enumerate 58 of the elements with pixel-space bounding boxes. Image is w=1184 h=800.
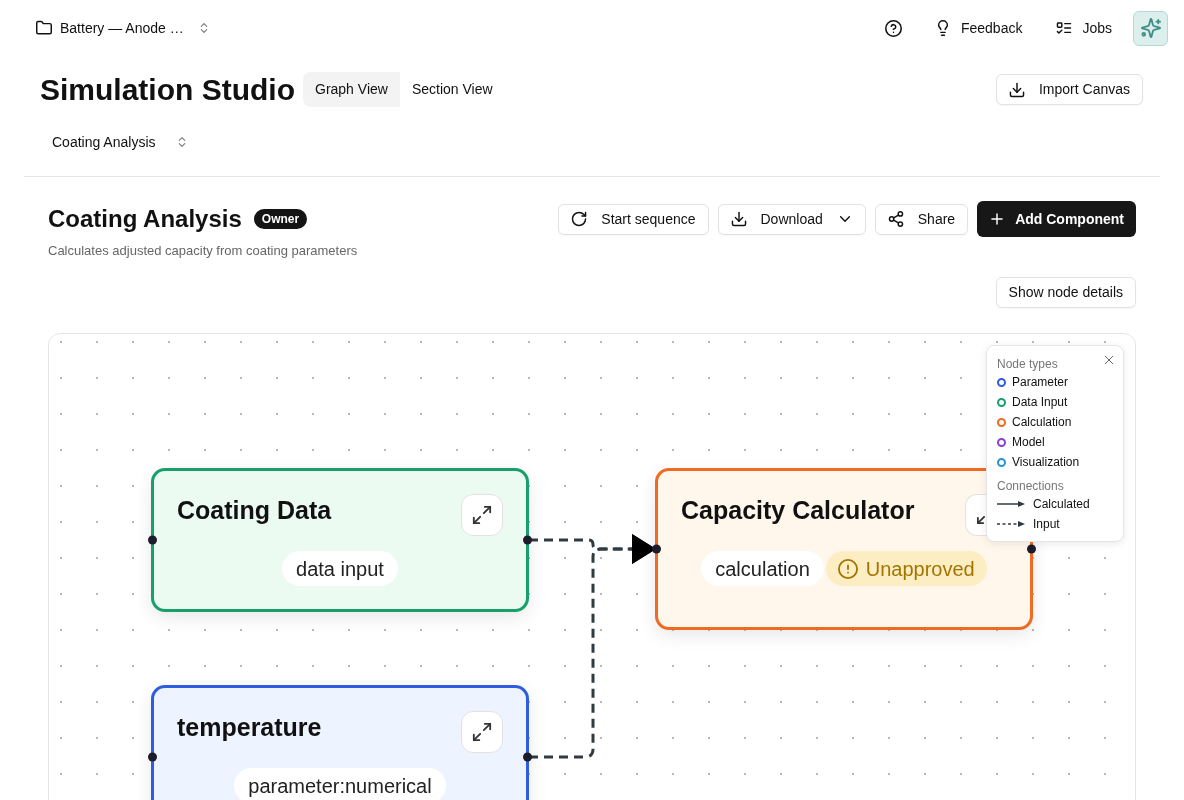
connection-handle-icon[interactable] bbox=[148, 752, 157, 762]
node-type-tag: calculation bbox=[701, 551, 824, 586]
expand-icon bbox=[472, 505, 492, 525]
section-title: Coating Analysis bbox=[48, 204, 242, 234]
expand-button[interactable] bbox=[965, 494, 986, 536]
folder-icon bbox=[36, 20, 52, 36]
show-node-details-button[interactable]: Show node details bbox=[995, 277, 1136, 308]
help-icon bbox=[885, 19, 903, 37]
role-badge: Owner bbox=[253, 209, 308, 229]
legend-label: Visualization bbox=[1012, 454, 1080, 471]
section-description: Calculates adjusted capacity from coating parameters bbox=[48, 243, 358, 259]
expand-icon bbox=[472, 722, 492, 742]
connection-handle-icon[interactable] bbox=[148, 535, 157, 545]
legend-label: Data Input bbox=[1012, 394, 1068, 411]
top-action-button[interactable]: Feedback bbox=[926, 10, 1031, 46]
project-selector[interactable]: Battery — Anode … bbox=[28, 10, 218, 46]
expand-button[interactable] bbox=[461, 711, 503, 753]
legend-label: Calculation bbox=[1012, 414, 1072, 431]
page-title: Simulation Studio bbox=[40, 74, 295, 105]
legend-label: Input bbox=[1033, 516, 1060, 533]
diagonal-arrow-icon bbox=[977, 516, 985, 524]
node-title: temperature bbox=[177, 712, 322, 743]
dashed-arrow-icon bbox=[997, 520, 1025, 528]
approval-status-text: Unapproved bbox=[865, 556, 975, 582]
flow-selector[interactable]: Coating Analysis bbox=[40, 124, 200, 160]
graph-node[interactable]: Coating Data data input bbox=[151, 468, 529, 612]
node-title: Capacity Calculator bbox=[681, 495, 915, 526]
import-canvas-button[interactable]: Import Canvas bbox=[995, 74, 1143, 105]
start-sequence-button[interactable]: Start sequence bbox=[558, 203, 709, 235]
node-title: Coating Data bbox=[177, 495, 332, 526]
connection-handle-icon[interactable] bbox=[1027, 544, 1036, 554]
add-component-button[interactable]: Add Component bbox=[977, 201, 1136, 237]
refresh-icon bbox=[571, 211, 588, 227]
download-icon bbox=[1008, 81, 1025, 98]
view-tab[interactable]: Graph View bbox=[303, 72, 400, 107]
top-action-button[interactable]: Jobs bbox=[1048, 10, 1120, 46]
close-icon[interactable] bbox=[1105, 356, 1113, 364]
download-icon bbox=[730, 211, 747, 227]
connection-handle-icon[interactable] bbox=[652, 544, 661, 554]
legend-label: Parameter bbox=[1012, 374, 1069, 391]
share-icon bbox=[887, 211, 904, 227]
connection-handle-icon[interactable] bbox=[523, 535, 532, 545]
expand-button[interactable] bbox=[461, 494, 503, 536]
alert-circle-icon bbox=[837, 558, 858, 579]
legend-label: Model bbox=[1012, 434, 1045, 451]
node-type-tag: parameter:numerical bbox=[234, 768, 446, 800]
connection-handle-icon[interactable] bbox=[523, 752, 532, 762]
legend-label: Calculated bbox=[1033, 496, 1090, 513]
share-button[interactable]: Share bbox=[874, 203, 969, 235]
solid-arrow-icon bbox=[997, 500, 1025, 508]
sparkles-icon bbox=[1140, 18, 1161, 38]
checklist-icon bbox=[1056, 20, 1073, 36]
node-type-tag: data input bbox=[282, 551, 398, 586]
ai-assistant-button[interactable] bbox=[1133, 10, 1168, 46]
plus-icon bbox=[989, 211, 1006, 227]
download-button[interactable]: Download bbox=[717, 203, 866, 235]
legend-heading: Node types bbox=[997, 356, 1058, 372]
graph-node[interactable]: temperature parameter:numerical bbox=[151, 685, 529, 800]
